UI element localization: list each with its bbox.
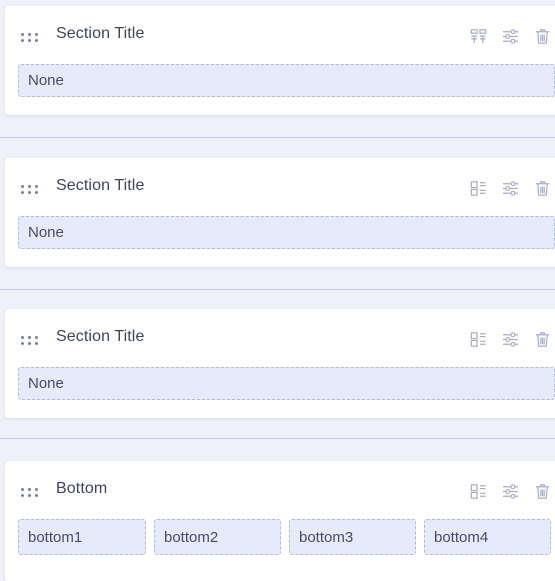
trash-icon[interactable] [531, 328, 553, 350]
sliders-icon[interactable] [499, 480, 521, 502]
bottom-slot-1[interactable]: bottom1 [18, 519, 146, 555]
section-slot[interactable]: None [18, 64, 555, 97]
layout-icon[interactable] [467, 328, 489, 350]
drag-handle-icon[interactable] [21, 488, 43, 498]
bottom-slot-2[interactable]: bottom2 [154, 519, 281, 555]
section-actions [467, 328, 553, 350]
section-title: Section Title [56, 328, 145, 345]
slot-row: bottom1 bottom2 bottom3 bottom4 [18, 519, 551, 555]
section-title: Section Title [56, 177, 145, 194]
slot-row: None [18, 367, 555, 400]
section-card: Bottom bottom1 bottom2 bottom3 bottom4 [5, 461, 555, 581]
slot-row: None [18, 216, 555, 249]
layout-icon[interactable] [467, 25, 489, 47]
sliders-icon[interactable] [499, 177, 521, 199]
drag-handle-icon[interactable] [21, 33, 43, 43]
trash-icon[interactable] [531, 25, 553, 47]
section-actions [467, 480, 553, 502]
section-actions [467, 25, 553, 47]
layout-icon[interactable] [467, 177, 489, 199]
section-divider [0, 137, 555, 138]
slot-row: None [18, 64, 555, 97]
section-actions [467, 177, 553, 199]
sliders-icon[interactable] [499, 328, 521, 350]
drag-handle-icon[interactable] [21, 336, 43, 346]
section-divider [0, 438, 555, 439]
section-slot[interactable]: None [18, 216, 555, 249]
section-title: Section Title [56, 25, 145, 42]
trash-icon[interactable] [531, 480, 553, 502]
layout-icon[interactable] [467, 480, 489, 502]
bottom-slot-4[interactable]: bottom4 [424, 519, 551, 555]
trash-icon[interactable] [531, 177, 553, 199]
section-divider [0, 289, 555, 290]
section-title: Bottom [56, 480, 108, 497]
bottom-slot-3[interactable]: bottom3 [289, 519, 416, 555]
drag-handle-icon[interactable] [21, 185, 43, 195]
section-card: Section Title None [5, 158, 555, 267]
sliders-icon[interactable] [499, 25, 521, 47]
section-card: Section Title None [5, 6, 555, 115]
section-slot[interactable]: None [18, 367, 555, 400]
section-card: Section Title None [5, 309, 555, 418]
